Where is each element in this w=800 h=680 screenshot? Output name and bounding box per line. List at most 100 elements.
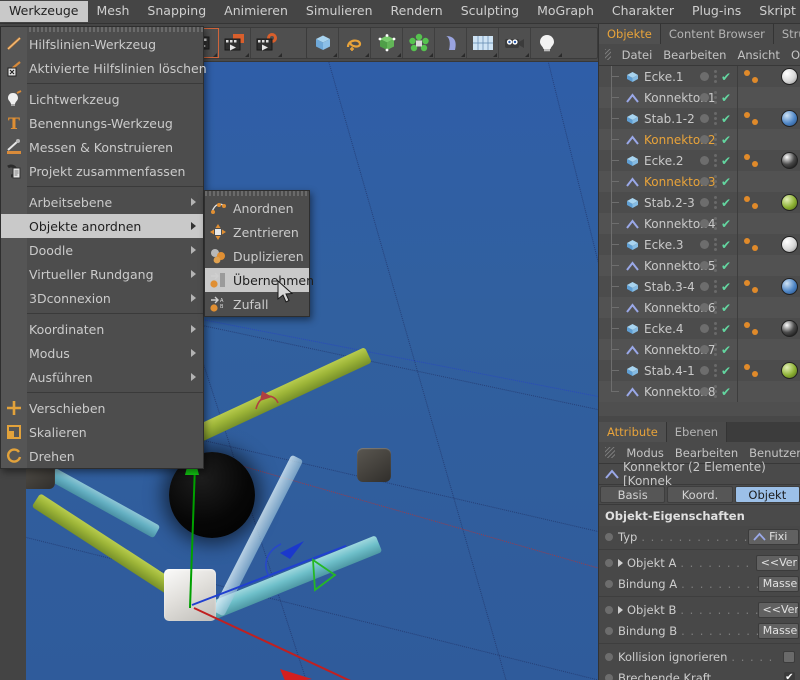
- expand-triangle-icon[interactable]: [618, 558, 623, 567]
- menu-item-drehen[interactable]: Drehen: [1, 444, 203, 468]
- visibility-dot[interactable]: [699, 387, 709, 396]
- material-tag[interactable]: [781, 320, 798, 337]
- table-row[interactable]: Stab.3-4 ✔: [599, 276, 800, 297]
- visibility-dot[interactable]: [699, 156, 709, 165]
- panel-drag-grip[interactable]: [605, 447, 616, 458]
- tag-zone[interactable]: [738, 255, 800, 276]
- enable-check-icon[interactable]: ✔: [721, 280, 731, 294]
- material-tag[interactable]: [781, 152, 798, 169]
- bindung-a-dropdown[interactable]: Massen: [757, 575, 799, 592]
- table-row[interactable]: Konnektor.2 ✔: [599, 129, 800, 150]
- table-row[interactable]: Stab.1-2 ✔: [599, 108, 800, 129]
- submenu-item-zufall[interactable]: AB Zufall: [205, 292, 309, 316]
- menu-sculpting[interactable]: Sculpting: [452, 1, 528, 22]
- enable-check-icon[interactable]: ✔: [721, 154, 731, 168]
- menu-charakter[interactable]: Charakter: [603, 1, 683, 22]
- am-menu-benutzer[interactable]: Benutzer: [749, 446, 800, 460]
- table-row[interactable]: Konnektor.6 ✔: [599, 297, 800, 318]
- tag-zone[interactable]: [738, 360, 800, 381]
- tag-zone[interactable]: [738, 381, 800, 402]
- render-settings-icon[interactable]: [251, 28, 283, 58]
- visibility-toggles[interactable]: [713, 91, 717, 104]
- tag-dot[interactable]: [744, 280, 750, 286]
- property-bullet[interactable]: [605, 558, 613, 567]
- am-menu-bearbeiten[interactable]: Bearbeiten: [675, 446, 738, 460]
- camera-icon[interactable]: [499, 28, 531, 58]
- render-picture-viewer-icon[interactable]: [219, 28, 251, 58]
- light-icon[interactable]: [531, 28, 563, 58]
- enable-check-icon[interactable]: ✔: [721, 91, 731, 105]
- visibility-dot[interactable]: [699, 93, 709, 102]
- tag-zone[interactable]: [738, 150, 800, 171]
- enable-check-icon[interactable]: ✔: [721, 112, 731, 126]
- tag-zone[interactable]: [738, 339, 800, 360]
- menu-item-hilfslinien-werkzeug[interactable]: Hilfslinien-Werkzeug: [1, 32, 203, 56]
- menu-werkzeuge[interactable]: Werkzeuge: [0, 1, 88, 22]
- tag-dot[interactable]: [752, 329, 758, 335]
- visibility-toggles[interactable]: [713, 259, 717, 272]
- bindung-b-dropdown[interactable]: Massen: [757, 622, 799, 639]
- am-menu-modus[interactable]: Modus: [626, 446, 664, 460]
- enable-check-icon[interactable]: ✔: [721, 385, 731, 399]
- menu-item-modus[interactable]: Modus: [1, 341, 203, 365]
- menu-simulieren[interactable]: Simulieren: [297, 1, 382, 22]
- enable-check-icon[interactable]: ✔: [721, 70, 731, 84]
- tab-objekte[interactable]: Objekte: [599, 24, 661, 44]
- gizmo-x-arrow[interactable]: [278, 657, 314, 680]
- tag-zone[interactable]: [738, 213, 800, 234]
- menu-item-messen-konstruieren[interactable]: Messen & Konstruieren: [1, 135, 203, 159]
- tag-dot[interactable]: [744, 70, 750, 76]
- table-row[interactable]: Stab.4-1 ✔: [599, 360, 800, 381]
- table-row[interactable]: Ecke.1 ✔: [599, 66, 800, 87]
- visibility-toggles[interactable]: [713, 133, 717, 146]
- property-bullet[interactable]: [605, 673, 613, 680]
- visibility-dot[interactable]: [699, 135, 709, 144]
- menu-item-virtueller-rundgang[interactable]: Virtueller Rundgang: [1, 262, 203, 286]
- property-row-objekt-a[interactable]: Objekt A . . . . . . . . . . . . <<Ver: [599, 552, 800, 573]
- enable-check-icon[interactable]: ✔: [721, 238, 731, 252]
- tag-zone[interactable]: [738, 234, 800, 255]
- menu-item-lichtwerkzeug[interactable]: Lichtwerkzeug: [1, 87, 203, 111]
- tag-dot[interactable]: [744, 322, 750, 328]
- rotation-band-y[interactable]: [309, 558, 339, 592]
- visibility-dot[interactable]: [699, 303, 709, 312]
- tag-dot[interactable]: [752, 245, 758, 251]
- tag-dot[interactable]: [744, 196, 750, 202]
- bend-deformer-icon[interactable]: [435, 28, 467, 58]
- tag-dot[interactable]: [744, 238, 750, 244]
- table-row[interactable]: Ecke.2 ✔: [599, 150, 800, 171]
- tag-dot[interactable]: [744, 154, 750, 160]
- array-icon[interactable]: [403, 28, 435, 58]
- material-tag[interactable]: [781, 278, 798, 295]
- visibility-dot[interactable]: [699, 114, 709, 123]
- menu-item-projekt-zusammenfassen[interactable]: Projekt zusammenfassen: [1, 159, 203, 183]
- floor-icon[interactable]: [467, 28, 499, 58]
- tab-struktur[interactable]: Struktur: [773, 24, 800, 44]
- property-row-objekt-b[interactable]: Objekt B . . . . . . . . . . . . . <<Ver: [599, 599, 800, 620]
- visibility-toggles[interactable]: [713, 154, 717, 167]
- material-tag[interactable]: [781, 236, 798, 253]
- tag-zone[interactable]: [738, 66, 800, 87]
- tag-zone[interactable]: [738, 276, 800, 297]
- tag-zone[interactable]: [738, 297, 800, 318]
- menu-item-skalieren[interactable]: Skalieren: [1, 420, 203, 444]
- tag-dot[interactable]: [752, 371, 758, 377]
- menu-plugins[interactable]: Plug-ins: [683, 1, 750, 22]
- material-tag[interactable]: [781, 194, 798, 211]
- visibility-toggles[interactable]: [713, 70, 717, 83]
- table-row[interactable]: Konnektor.5 ✔: [599, 255, 800, 276]
- table-row[interactable]: Konnektor.1 ✔: [599, 87, 800, 108]
- tag-dot[interactable]: [752, 119, 758, 125]
- table-row[interactable]: Konnektor.8 ✔: [599, 381, 800, 402]
- menu-item-verschieben[interactable]: Verschieben: [1, 396, 203, 420]
- visibility-toggles[interactable]: [713, 175, 717, 188]
- property-row-typ[interactable]: Typ . . . . . . . . . . . . . . Fixi: [599, 526, 800, 547]
- visibility-dot[interactable]: [699, 177, 709, 186]
- objekte-anordnen-submenu[interactable]: Anordnen Zentrieren Duplizieren Übernehm…: [204, 190, 314, 317]
- menu-item-doodle[interactable]: Doodle: [1, 238, 203, 262]
- menu-mograph[interactable]: MoGraph: [528, 1, 603, 22]
- cube-primitive-icon[interactable]: [307, 28, 339, 58]
- enable-check-icon[interactable]: ✔: [721, 259, 731, 273]
- tag-zone[interactable]: [738, 108, 800, 129]
- material-tag[interactable]: [781, 362, 798, 379]
